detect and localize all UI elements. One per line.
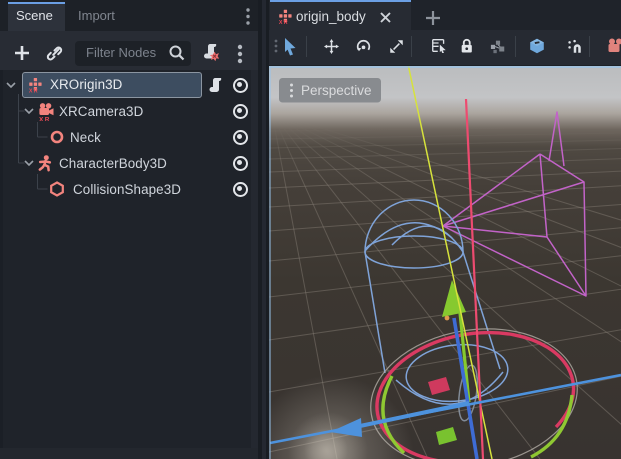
svg-text:X: X — [39, 117, 44, 122]
svg-text:R: R — [284, 20, 288, 24]
svg-text:X: X — [29, 88, 33, 93]
svg-text:R: R — [34, 88, 38, 93]
svg-text:R: R — [45, 117, 50, 122]
svg-text:X: X — [279, 20, 283, 24]
svg-text:Perspective: Perspective — [301, 83, 372, 98]
